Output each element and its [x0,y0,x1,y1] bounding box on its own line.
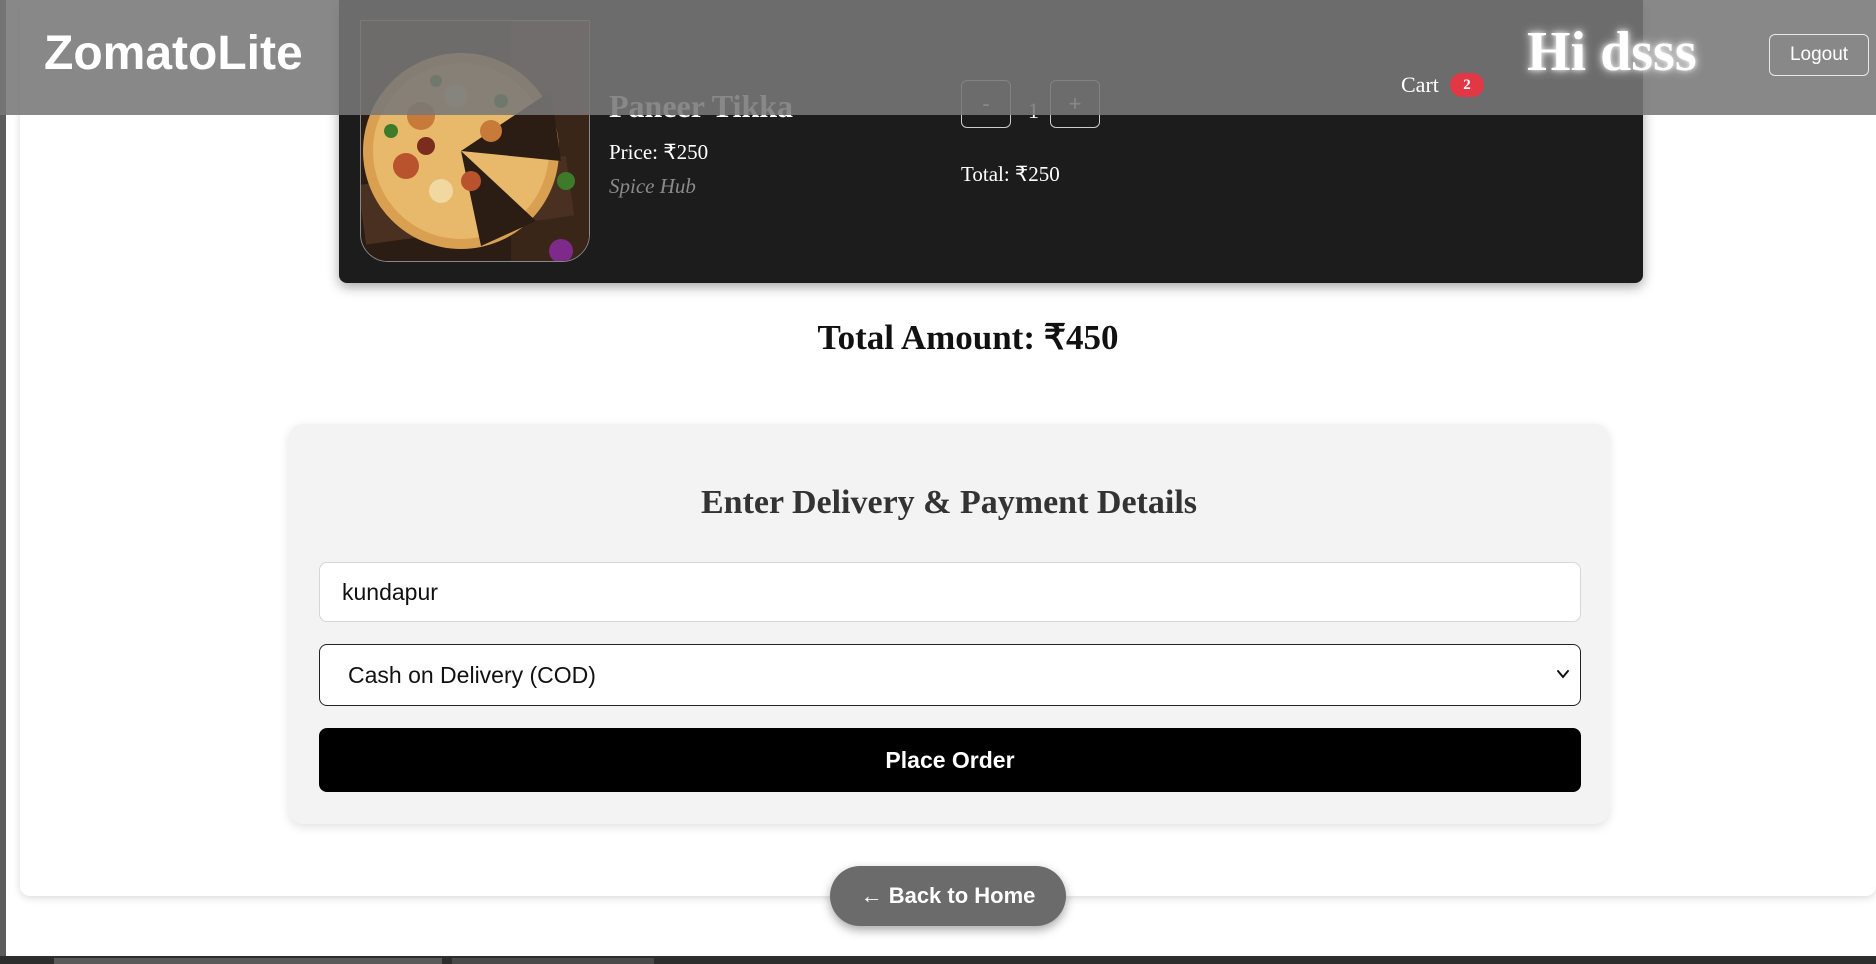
back-to-home-button[interactable]: ← Back to Home [830,866,1066,926]
item-price: Price: ₹250 [609,140,709,164]
place-order-button[interactable]: Place Order [319,728,1581,792]
checkout-form-title: Enter Delivery & Payment Details [700,484,1198,521]
brand-logo[interactable]: ZomatoLite [44,26,303,81]
logout-button[interactable]: Logout [1769,34,1869,76]
bottom-strip-segment [452,958,654,964]
item-restaurant: Spice Hub [609,174,696,198]
payment-method-selected: Cash on Delivery (COD) [348,662,596,688]
total-amount: Total Amount: ₹450 [817,318,1119,357]
bottom-strip [0,956,1876,964]
delivery-address-input[interactable] [319,562,1581,622]
payment-method-select[interactable]: Cash on Delivery (COD) [319,644,1581,706]
bottom-strip-segment [54,958,442,964]
cart-count-badge: 2 [1450,73,1484,97]
chevron-down-icon [1557,670,1569,679]
top-navbar: ZomatoLite Cart 2 Hi dsss Logout [0,0,1876,115]
checkout-form: Enter Delivery & Payment Details Cash on… [289,424,1609,824]
user-greeting: Hi dsss [1527,21,1697,83]
item-total: Total: ₹250 [961,162,1060,186]
cart-link[interactable]: Cart [1401,72,1439,98]
